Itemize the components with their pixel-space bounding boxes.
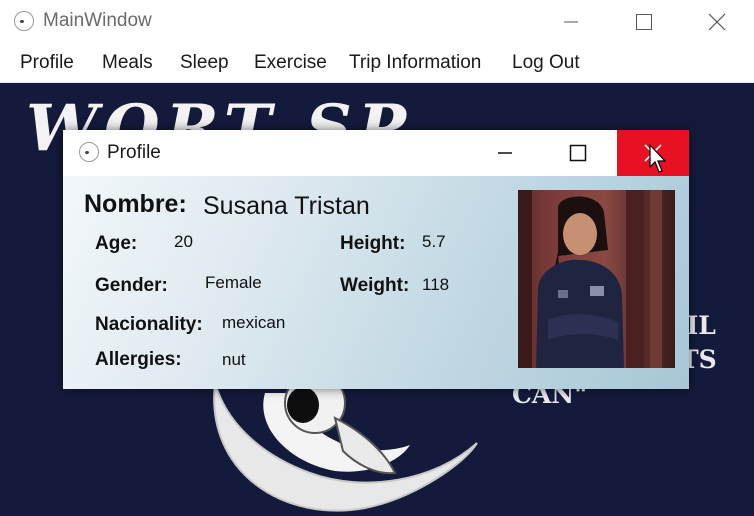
age-label: Age: xyxy=(95,233,138,254)
profile-minimize-button[interactable] xyxy=(469,130,541,176)
profile-window-icon xyxy=(79,142,99,162)
menu-sleep[interactable]: Sleep xyxy=(180,52,229,74)
name-label: Nombre: xyxy=(84,190,187,218)
minimize-button[interactable] xyxy=(534,0,608,44)
menu-exercise[interactable]: Exercise xyxy=(254,52,327,74)
window-title: MainWindow xyxy=(43,10,152,31)
gender-value: Female xyxy=(205,273,262,292)
profile-window-title: Profile xyxy=(107,142,161,163)
maximize-icon xyxy=(636,14,652,30)
menu-profile[interactable]: Profile xyxy=(20,52,74,74)
profile-titlebar: Profile xyxy=(63,130,689,176)
allergies-label: Allergies: xyxy=(95,349,182,370)
nationality-label: Nacionality: xyxy=(95,314,203,335)
menu-bar: Profile Meals Sleep Exercise Trip Inform… xyxy=(0,45,754,83)
weight-label: Weight: xyxy=(340,275,410,296)
mouse-cursor-icon xyxy=(649,144,667,173)
minimize-icon xyxy=(564,21,578,23)
profile-window: Profile Nombre: Susana Tristan Age: 20 H… xyxy=(63,130,689,389)
name-value: Susana Tristan xyxy=(203,192,370,220)
app-icon xyxy=(14,11,34,31)
nationality-value: mexican xyxy=(222,313,286,332)
close-icon xyxy=(708,13,726,31)
menu-log-out[interactable]: Log Out xyxy=(512,52,580,74)
close-button[interactable] xyxy=(680,0,754,44)
minimize-icon xyxy=(498,152,512,154)
age-value: 20 xyxy=(174,232,193,251)
profile-details-panel: Nombre: Susana Tristan Age: 20 Height: 5… xyxy=(63,176,689,389)
menu-meals[interactable]: Meals xyxy=(102,52,153,74)
height-label: Height: xyxy=(340,233,406,254)
allergies-value: nut xyxy=(222,350,246,369)
profile-photo xyxy=(518,190,675,368)
person-photo-icon xyxy=(518,190,662,368)
maximize-button[interactable] xyxy=(607,0,681,44)
menu-trip-information[interactable]: Trip Information xyxy=(349,52,481,74)
profile-maximize-button[interactable] xyxy=(542,130,614,176)
gender-label: Gender: xyxy=(95,275,168,296)
weight-value: 118 xyxy=(422,275,450,294)
maximize-icon xyxy=(569,144,587,162)
height-value: 5.7 xyxy=(422,232,446,251)
main-titlebar: MainWindow xyxy=(0,0,754,44)
